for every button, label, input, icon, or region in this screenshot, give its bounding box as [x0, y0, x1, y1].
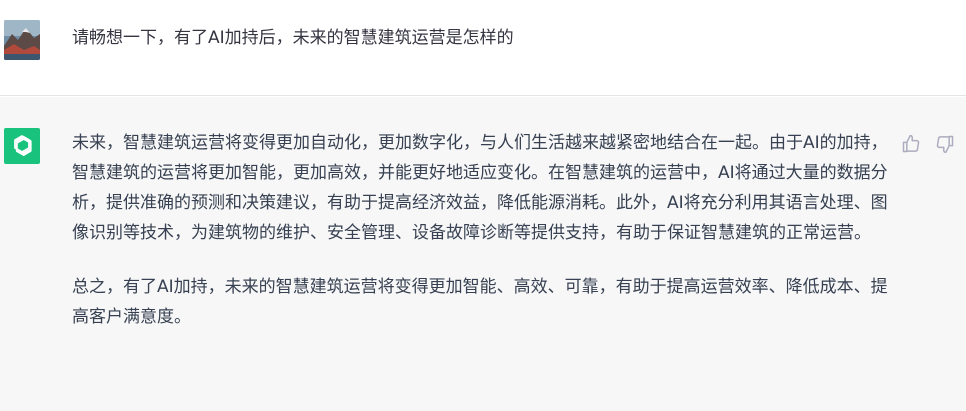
assistant-message-row: 未来，智慧建筑运营将变得更加自动化，更加数字化，与人们生活越来越紧密地结合在一起…: [0, 97, 966, 411]
answer-paragraph-2: 总之，有了AI加持，未来的智慧建筑运营将变得更加智能、高效、可靠，有助于提高运营…: [72, 277, 888, 327]
thumbs-up-button[interactable]: [900, 133, 922, 155]
assistant-avatar: [4, 128, 40, 164]
landscape-photo-avatar: [4, 20, 40, 60]
thumbs-up-icon: [902, 134, 920, 153]
thumbs-down-button[interactable]: [934, 133, 956, 155]
user-message-row: 请畅想一下，有了AI加持后，未来的智慧建筑运营是怎样的: [0, 0, 966, 96]
user-avatar: [4, 20, 40, 60]
assistant-answer: 未来，智慧建筑运营将变得更加自动化，更加数字化，与人们生活越来越紧密地结合在一起…: [72, 128, 892, 356]
thumbs-down-icon: [936, 135, 954, 154]
user-message-text: 请畅想一下，有了AI加持后，未来的智慧建筑运营是怎样的: [72, 28, 514, 48]
answer-paragraph-1: 未来，智慧建筑运营将变得更加自动化，更加数字化，与人们生活越来越紧密地结合在一起…: [72, 133, 888, 243]
openai-logo-icon: [14, 135, 32, 156]
